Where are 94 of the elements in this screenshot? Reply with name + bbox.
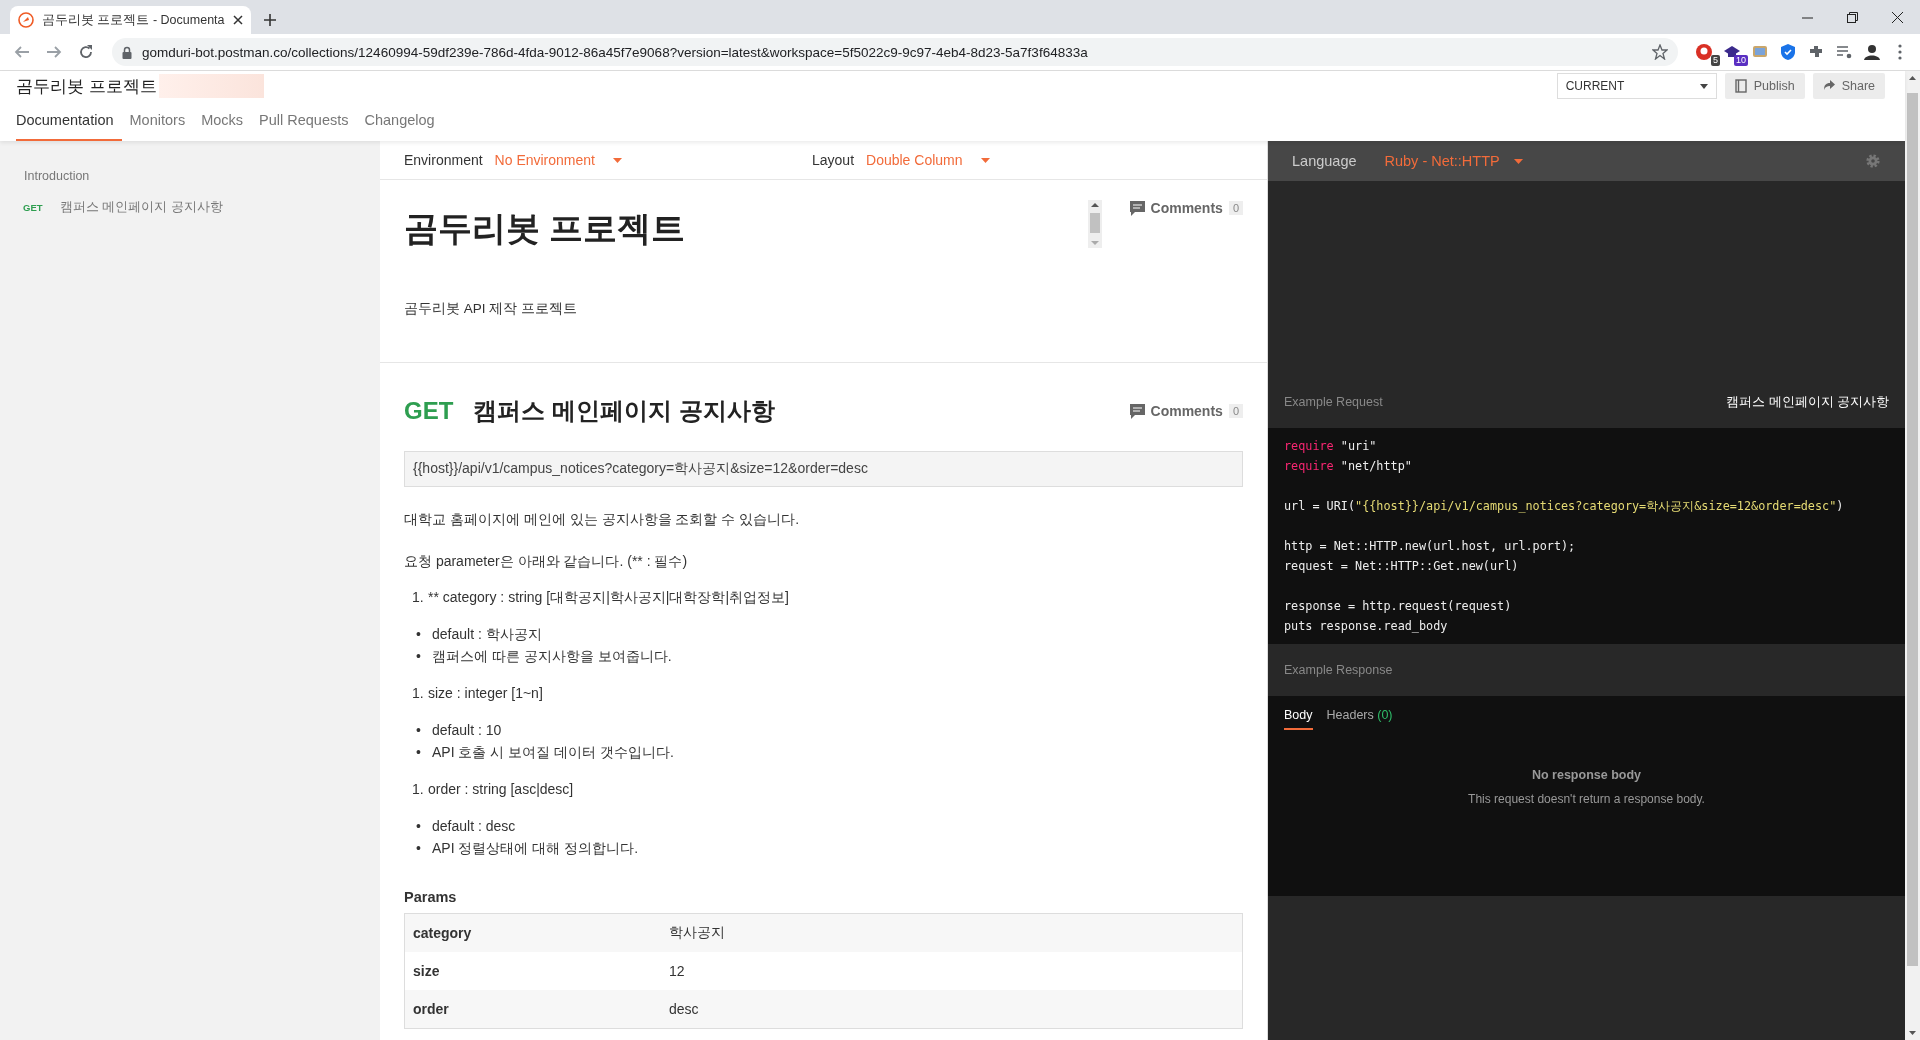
account-icon[interactable] (1862, 42, 1882, 62)
list-marker: 1. (412, 588, 425, 607)
request-title: 캠퍼스 메인페이지 공지사항 (473, 396, 775, 426)
stop-sign-icon[interactable] (1694, 42, 1714, 62)
sidebar-item[interactable]: 캠퍼스 메인페이지 공지사항 (60, 199, 223, 216)
method-label: GET (404, 397, 454, 425)
code-line: response = http.request(request) (1284, 598, 1513, 615)
param-value: desc (661, 990, 1243, 1029)
code-line: http = Net::HTTP.new(url.host, url.port); (1284, 538, 1577, 555)
list-item: API 정렬상태에 대해 정의합니다. (432, 839, 639, 858)
forward-icon[interactable] (46, 44, 62, 60)
section-label: Example Request (1284, 395, 1383, 409)
response-tab[interactable]: Headers (0) (1326, 708, 1393, 730)
mini-scrollbar[interactable] (1087, 200, 1102, 248)
nav-tab[interactable]: Mocks (201, 101, 252, 141)
comment-count: 0 (1228, 201, 1243, 215)
postman-logo-icon (18, 12, 34, 28)
lock-icon (122, 45, 132, 59)
comments-button[interactable]: Comments 0 (1129, 200, 1243, 216)
code-line: require "uri" (1284, 438, 1378, 455)
caret-icon (613, 157, 622, 163)
nav-tab[interactable]: Changelog (364, 101, 443, 141)
request-url: {{host}}/api/v1/campus_notices?category=학사공지&size=12&order=desc (404, 451, 1243, 487)
code-line: url = URI("{{host}}/api/v1/campus_notices?category=학사공지&size=12&order=desc") (1284, 498, 1845, 515)
list-marker: • (416, 743, 422, 762)
caret-icon (1699, 83, 1708, 89)
empty-title: No response body (1530, 768, 1642, 782)
version-dropdown[interactable]: CURRENT (1556, 73, 1717, 99)
example-name: 캠퍼스 메인페이지 공지사항 (1726, 393, 1889, 411)
param-key: size (404, 952, 661, 990)
project-title: 곰두리봇 프로젝트 (16, 75, 157, 98)
publish-button[interactable]: Publish (1724, 73, 1805, 99)
star-icon[interactable] (1652, 44, 1668, 60)
back-icon[interactable] (14, 44, 30, 60)
description-text: 요청 parameter은 아래와 같습니다. (** : 필수) (404, 553, 689, 571)
extension-badge: 10 (1734, 55, 1748, 66)
share-button[interactable]: Share (1812, 73, 1885, 99)
scrollbar-thumb[interactable] (1907, 93, 1918, 966)
list-marker: • (416, 647, 422, 666)
tab-title: 곰두리봇 프로젝트 - Documenta (42, 11, 225, 29)
new-tab-icon[interactable] (262, 13, 277, 27)
list-item: default : 10 (432, 721, 502, 740)
list-marker: • (416, 721, 422, 740)
caret-icon (980, 157, 990, 163)
code-line: require "net/http" (1284, 458, 1413, 475)
more-menu-icon[interactable] (1898, 44, 1902, 60)
list-item: ** category : string [대학공지|학사공지|대학장학|취업정보] (428, 588, 789, 607)
caret-icon (1513, 158, 1523, 164)
collection-description: 곰두리봇 API 제작 프로젝트 (404, 300, 578, 318)
book-icon (1734, 79, 1748, 93)
close-icon[interactable] (1892, 11, 1903, 23)
list-marker: • (416, 625, 422, 644)
code-line: request = Net::HTTP::Get.new(url) (1284, 558, 1520, 575)
comment-icon (1129, 403, 1145, 419)
language-label: Language (1292, 153, 1357, 169)
list-item: default : 학사공지 (432, 625, 542, 644)
nav-tab[interactable]: Monitors (129, 101, 194, 141)
nav-tab[interactable]: Pull Requests (259, 101, 357, 141)
list-marker: • (416, 817, 422, 836)
params-heading: Params (404, 889, 458, 905)
extension-badge: 5 (1711, 55, 1720, 66)
method-label: GET (23, 202, 44, 213)
comments-button[interactable]: Comments 0 (1129, 403, 1243, 419)
reload-icon[interactable] (78, 44, 94, 60)
section-label: Example Response (1284, 663, 1393, 677)
sidebar-item[interactable]: Introduction (24, 169, 90, 183)
language-dropdown[interactable]: Ruby - Net::HTTP (1384, 153, 1523, 169)
code-line: puts response.read_body (1284, 618, 1449, 635)
comment-count: 0 (1228, 404, 1243, 418)
layout-label: Layout (812, 152, 855, 168)
comment-icon (1129, 200, 1145, 216)
list-item: size : integer [1~n] (428, 684, 543, 703)
empty-message: This request doesn't return a response body. (1467, 792, 1706, 806)
environment-label: Environment (404, 152, 483, 168)
param-key: category (404, 913, 661, 952)
list-item: default : desc (432, 817, 516, 836)
list-marker: 1. (412, 684, 425, 703)
environment-dropdown[interactable]: No Environment (494, 152, 622, 168)
shield-icon[interactable] (1778, 42, 1798, 62)
browser-tab[interactable]: 곰두리봇 프로젝트 - Documenta (10, 6, 251, 34)
description-text: 대학교 홈페이지에 메인에 있는 공지사항을 조회할 수 있습니다. (404, 511, 801, 529)
list-item: order : string [asc|desc] (428, 780, 574, 799)
list-marker: • (416, 839, 422, 858)
response-tab[interactable]: Body (1284, 708, 1313, 730)
list-item: 캠퍼스에 따른 공지사항을 보여줍니다. (432, 647, 672, 666)
list-marker: 1. (412, 780, 425, 799)
collection-title: 곰두리봇 프로젝트 (404, 208, 687, 249)
restore-icon[interactable] (1847, 11, 1858, 23)
close-icon[interactable] (232, 15, 243, 25)
list-item: API 호출 시 보여질 데이터 갯수입니다. (432, 743, 674, 762)
param-value: 학사공지 (661, 913, 1243, 952)
layout-dropdown[interactable]: Double Column (866, 152, 990, 168)
param-key: order (404, 990, 661, 1029)
param-value: 12 (661, 952, 1243, 990)
